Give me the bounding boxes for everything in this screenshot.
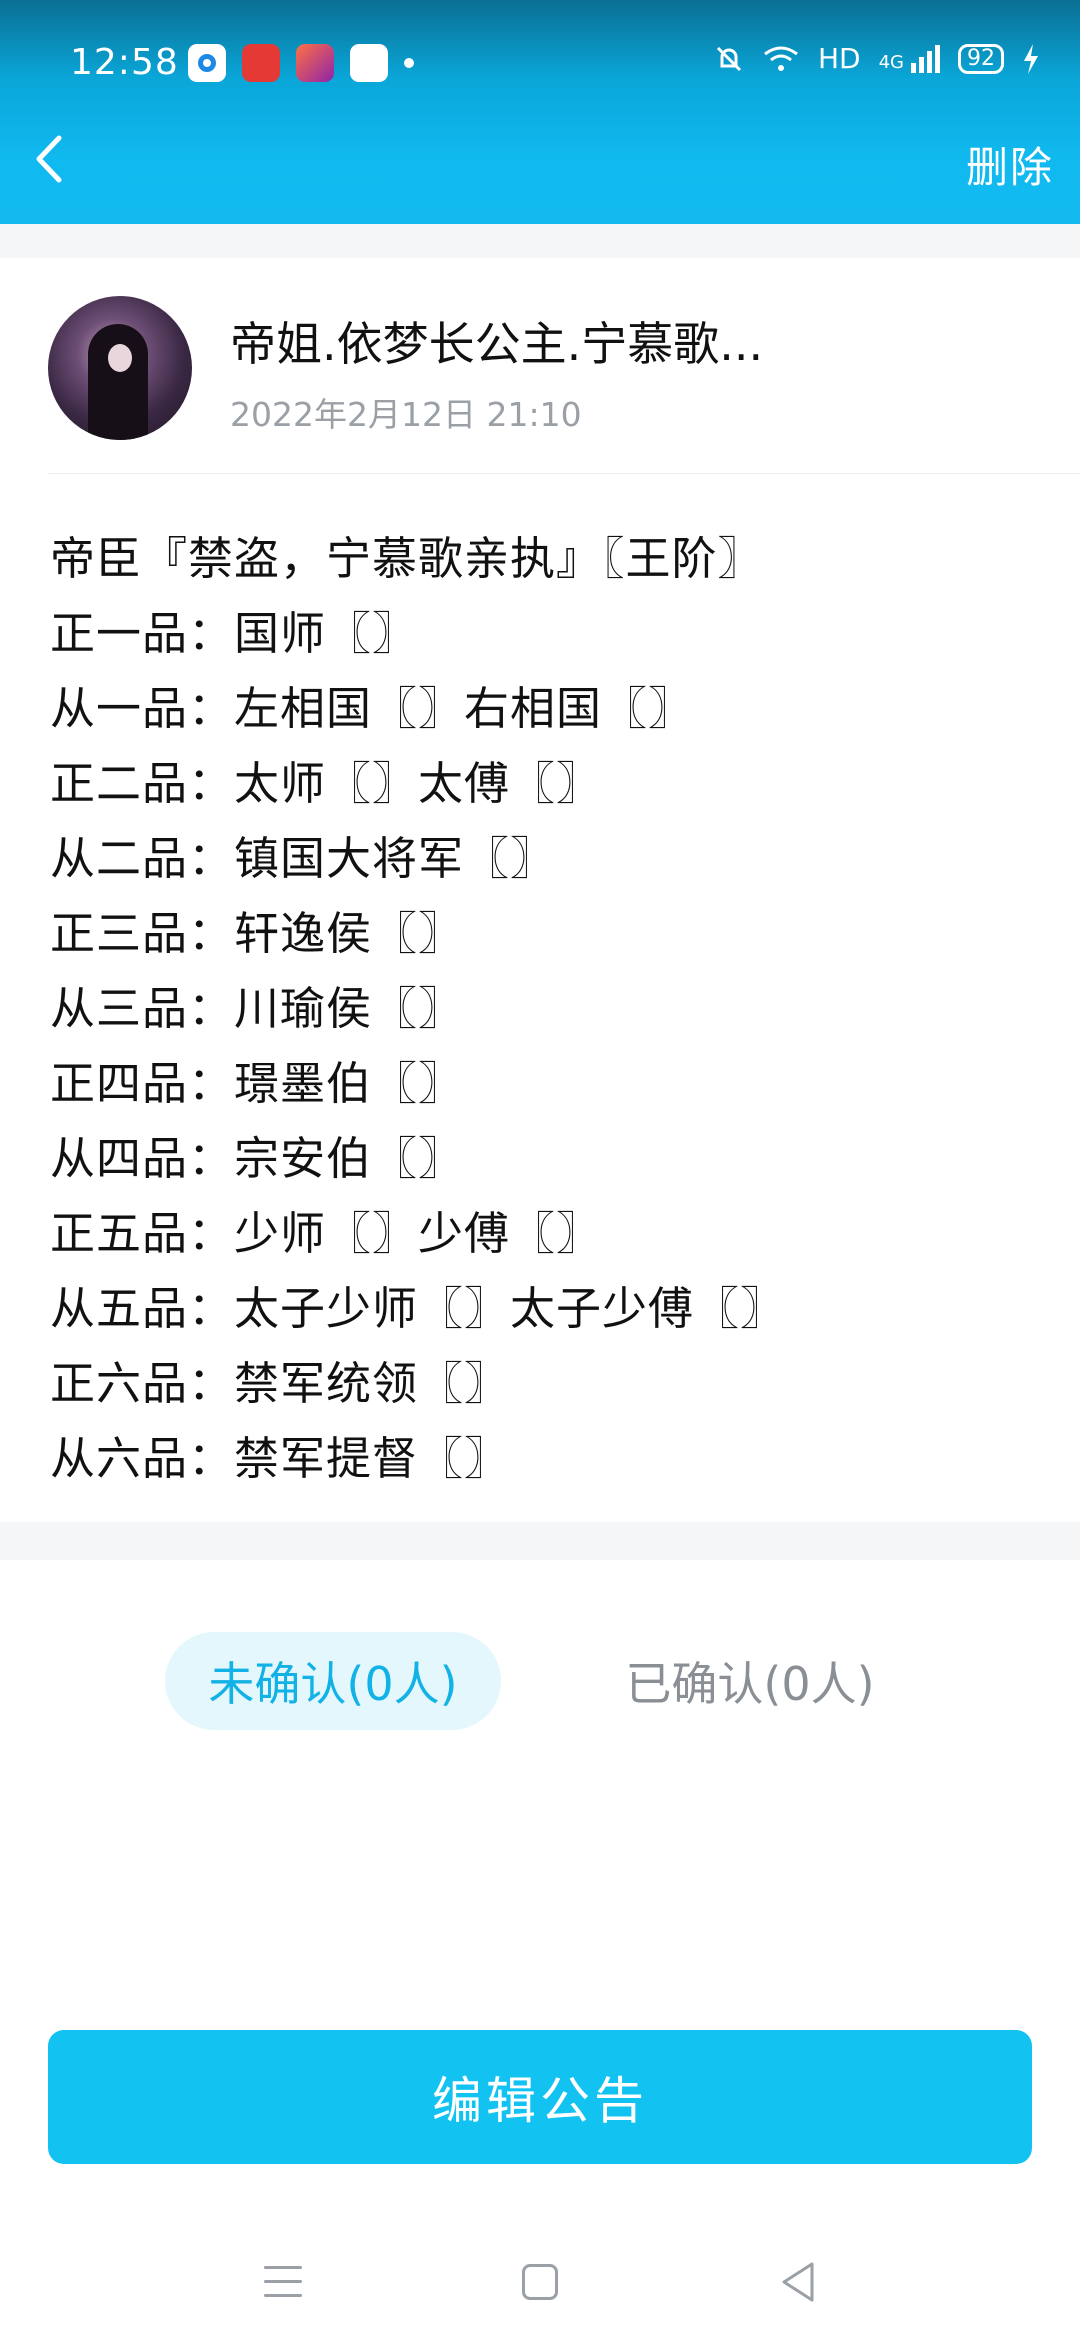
avatar[interactable] bbox=[48, 296, 192, 440]
app-notification-icon bbox=[350, 44, 388, 82]
tab-confirmed[interactable]: 已确认(0人) bbox=[590, 1632, 910, 1730]
status-indicators: HD 4G 92 bbox=[714, 42, 1040, 75]
back-button[interactable] bbox=[18, 126, 78, 192]
status-bar: 12:58 HD 4G 92 bbox=[0, 0, 1080, 96]
status-time: 12:58 bbox=[70, 42, 179, 83]
announcement-line: 正一品：国师〖〗 bbox=[50, 607, 419, 660]
announcement-line: 正四品：璟墨伯〖〗 bbox=[50, 1057, 465, 1110]
chevron-left-icon bbox=[36, 135, 62, 183]
delete-button[interactable]: 删除 bbox=[966, 134, 1054, 195]
announcement-line: 正六品：禁军统领〖〗 bbox=[50, 1357, 511, 1410]
post-timestamp: 2022年2月12日 21:10 bbox=[230, 395, 582, 434]
tab-unconfirmed[interactable]: 未确认(0人) bbox=[165, 1632, 501, 1730]
app-bar: 删除 bbox=[0, 96, 1080, 224]
signal-label: 4G bbox=[878, 51, 904, 73]
announcement-line: 从四品：宗安伯〖〗 bbox=[50, 1132, 465, 1185]
mute-bell-icon bbox=[716, 46, 742, 71]
top-header-area: 12:58 HD 4G 92 删除 bbox=[0, 0, 1080, 224]
network-label: HD bbox=[817, 42, 861, 75]
app-notification-icon bbox=[296, 44, 334, 82]
app-notification-icon bbox=[242, 44, 280, 82]
announcement-line: 从五品：太子少师〖〗太子少傅〖〗 bbox=[50, 1282, 787, 1335]
announcement-line: 从一品：左相国〖〗右相国〖〗 bbox=[50, 682, 695, 735]
author-name[interactable]: 帝姐.依梦长公主.宁慕歌... bbox=[230, 308, 763, 374]
charging-icon bbox=[1024, 43, 1038, 74]
battery-indicator: 92 bbox=[958, 43, 1004, 74]
announcement-line: 正三品：轩逸侯〖〗 bbox=[50, 907, 465, 960]
recent-apps-button[interactable] bbox=[264, 2266, 302, 2298]
status-notification-icons bbox=[188, 44, 414, 82]
app-notification-icon bbox=[188, 44, 226, 82]
section-divider bbox=[0, 1522, 1080, 1560]
nav-back-icon[interactable] bbox=[778, 2260, 818, 2304]
system-nav-bar bbox=[0, 2210, 1080, 2339]
announcement-line: 从三品：川瑜侯〖〗 bbox=[50, 982, 465, 1035]
announcement-line: 从二品：镇国大将军〖〗 bbox=[50, 832, 557, 885]
edit-announcement-button[interactable]: 编辑公告 bbox=[48, 2030, 1032, 2164]
announcement-body: 帝臣『禁盗，宁慕歌亲执』〖王阶〗 正一品：国师〖〗 从一品：左相国〖〗右相国〖〗… bbox=[0, 474, 1080, 1522]
section-divider bbox=[0, 224, 1080, 258]
home-button[interactable] bbox=[522, 2264, 558, 2300]
more-notifications-dot bbox=[404, 58, 414, 68]
announcement-line: 正二品：太师〖〗太傅〖〗 bbox=[50, 757, 603, 810]
announcement-line: 从六品：禁军提督〖〗 bbox=[50, 1432, 511, 1485]
confirmation-tabs: 未确认(0人) 已确认(0人) bbox=[0, 1560, 1080, 2010]
signal-icon: 4G bbox=[878, 44, 940, 73]
announcement-line: 帝臣『禁盗，宁慕歌亲执』〖王阶〗 bbox=[50, 532, 764, 585]
announcement-line: 正五品：少师〖〗少傅〖〗 bbox=[50, 1207, 603, 1260]
wifi-icon bbox=[764, 46, 798, 71]
post-header: 帝姐.依梦长公主.宁慕歌... 2022年2月12日 21:10 bbox=[0, 258, 1080, 475]
